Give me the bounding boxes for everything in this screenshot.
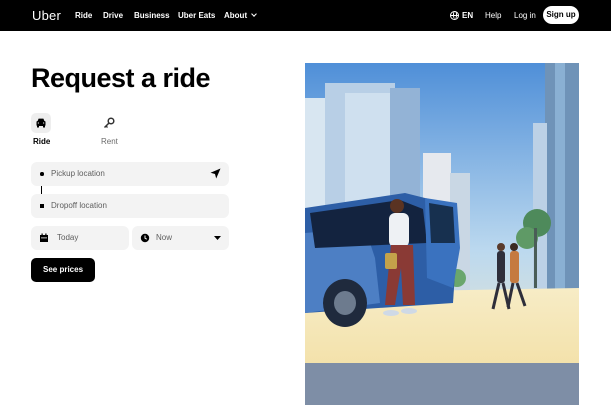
- tab-rent-label[interactable]: Rent: [101, 137, 118, 146]
- page-title: Request a ride: [31, 63, 211, 93]
- route-connector-line: [41, 186, 42, 194]
- nav-link-about[interactable]: About: [224, 11, 257, 20]
- dropoff-field[interactable]: Dropoff location: [31, 194, 229, 218]
- uber-logo[interactable]: Uber: [32, 8, 61, 23]
- dropoff-square-icon: [40, 204, 44, 208]
- dropoff-placeholder: Dropoff location: [51, 201, 107, 210]
- tab-ride[interactable]: [31, 113, 51, 133]
- time-picker[interactable]: Now: [132, 226, 229, 250]
- navigation-arrow-icon[interactable]: [210, 168, 221, 179]
- pickup-dot-icon: [40, 172, 44, 176]
- help-link[interactable]: Help: [485, 11, 501, 20]
- caret-down-icon: [214, 236, 221, 240]
- top-nav: Uber Ride Drive Business Uber Eats About…: [0, 0, 611, 31]
- language-selector[interactable]: EN: [462, 11, 473, 20]
- see-prices-button[interactable]: See prices: [31, 258, 95, 282]
- nav-link-ride[interactable]: Ride: [75, 11, 92, 20]
- nav-link-about-label: About: [224, 11, 248, 20]
- login-link[interactable]: Log in: [514, 11, 536, 20]
- date-picker[interactable]: Today: [31, 226, 129, 250]
- clock-icon: [140, 233, 150, 243]
- globe-icon[interactable]: [450, 11, 459, 20]
- key-icon[interactable]: [103, 117, 115, 129]
- date-value: Today: [57, 233, 79, 242]
- nav-link-uber-eats[interactable]: Uber Eats: [178, 11, 215, 20]
- tab-ride-label[interactable]: Ride: [33, 137, 50, 146]
- nav-link-drive[interactable]: Drive: [103, 11, 123, 20]
- chevron-down-icon: [251, 11, 257, 17]
- time-value: Now: [156, 233, 173, 242]
- signup-button[interactable]: Sign up: [543, 6, 579, 24]
- car-icon: [36, 118, 46, 128]
- pickup-placeholder: Pickup location: [51, 169, 105, 178]
- hero-illustration: [305, 63, 579, 405]
- pickup-field[interactable]: Pickup location: [31, 162, 229, 186]
- calendar-icon: [40, 233, 48, 242]
- nav-link-business[interactable]: Business: [134, 11, 170, 20]
